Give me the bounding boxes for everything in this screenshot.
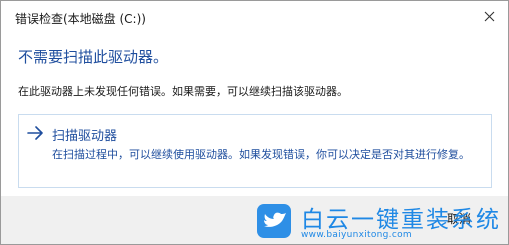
scan-drive-command-link[interactable]: 扫描驱动器 在扫描过程中，可以继续使用驱动器。如果发现错误，你可以决定是否对其进… [18,114,492,188]
scan-drive-label: 扫描驱动器 [52,129,118,144]
bird-logo-icon [257,204,291,238]
error-check-dialog: 错误检查(本地磁盘 (C:)) 不需要扫描此驱动器。 在此驱动器上未发现任何错误… [0,0,509,245]
title-bar: 错误检查(本地磁盘 (C:)) [1,1,508,33]
watermark: 白云一键重装系统 www.baiyunxitong.com [257,202,505,244]
close-icon [484,11,494,22]
page-heading: 不需要扫描此驱动器。 [18,48,169,66]
window-title: 错误检查(本地磁盘 (C:)) [15,12,146,26]
close-button[interactable] [477,6,501,28]
scan-drive-description: 在扫描过程中，可以继续使用驱动器。如果发现错误，你可以决定是否对其进行修复。 [52,148,470,161]
watermark-url: www.baiyunxitong.com [301,230,412,240]
arrow-right-icon [27,126,43,140]
status-description: 在此驱动器上未发现任何错误。如果需要，可以继续扫描该驱动器。 [18,85,348,98]
watermark-title: 白云一键重装系统 [301,207,501,233]
